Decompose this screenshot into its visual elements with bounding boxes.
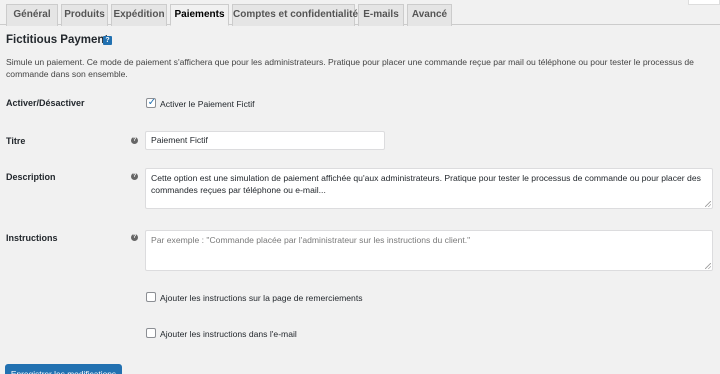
section-title: Fictitious Payment xyxy=(6,34,109,46)
enable-label: Activer/Désactiver xyxy=(6,98,85,108)
help-icon[interactable]: ? xyxy=(103,36,112,45)
top-right-panel-edge xyxy=(688,0,720,5)
save-button[interactable]: Enregistrer les modifications xyxy=(5,364,122,374)
resize-handle-icon[interactable] xyxy=(705,263,711,269)
thankyou-checkbox-label[interactable]: Ajouter les instructions sur la page de … xyxy=(160,293,363,303)
email-checkbox-label[interactable]: Ajouter les instructions dans l'e-mail xyxy=(160,329,297,339)
section-description: Simule un paiement. Ce mode de paiement … xyxy=(6,57,694,79)
enable-checkbox-label[interactable]: Activer le Paiement Fictif xyxy=(160,99,255,109)
question-icon[interactable]: ? xyxy=(131,234,138,241)
tab-paiements[interactable]: Paiements xyxy=(170,4,229,26)
question-icon[interactable]: ? xyxy=(131,137,138,144)
instructions-placeholder: Par exemple : "Commande placée par l'adm… xyxy=(151,235,471,245)
instructions-label: Instructions xyxy=(6,233,58,243)
tab-produits[interactable]: Produits xyxy=(61,4,108,26)
tab-comptes[interactable]: Comptes et confidentialité xyxy=(232,4,358,26)
title-label: Titre xyxy=(6,136,26,146)
tab-emails[interactable]: E-mails xyxy=(358,4,404,26)
settings-tabs: Général Produits Expédition Paiements Co… xyxy=(0,0,720,26)
tab-general[interactable]: Général xyxy=(6,4,58,26)
description-label: Description xyxy=(6,172,56,182)
resize-handle-icon[interactable] xyxy=(705,201,711,207)
thankyou-checkbox[interactable] xyxy=(146,292,156,302)
tab-expedition[interactable]: Expédition xyxy=(111,4,167,26)
tab-avance[interactable]: Avancé xyxy=(407,4,452,26)
description-textarea[interactable]: Cette option est une simulation de paiem… xyxy=(145,168,713,209)
question-icon[interactable]: ? xyxy=(131,173,138,180)
instructions-textarea[interactable]: Par exemple : "Commande placée par l'adm… xyxy=(145,230,713,271)
description-text: Cette option est une simulation de paiem… xyxy=(151,173,701,195)
email-checkbox[interactable] xyxy=(146,328,156,338)
check-icon: ✓ xyxy=(147,97,157,108)
enable-checkbox[interactable]: ✓ xyxy=(146,97,157,108)
title-input[interactable]: Paiement Fictif xyxy=(145,131,385,150)
